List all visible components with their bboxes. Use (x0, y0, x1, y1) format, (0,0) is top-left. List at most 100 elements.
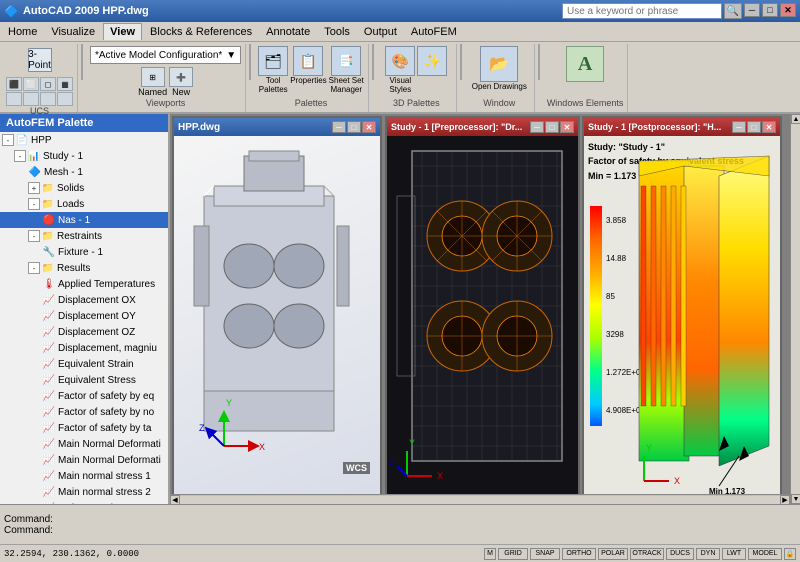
tree-item-fos-ta[interactable]: 📈 Factor of safety by ta (0, 420, 168, 436)
scroll-up-btn[interactable]: ▲ (791, 114, 800, 124)
h-scrollbar[interactable]: ◀ ▶ (170, 494, 790, 504)
sheet-set-btn[interactable]: 📑 Sheet SetManager (329, 46, 364, 94)
ucs-btn2[interactable]: ⬜ (23, 77, 39, 91)
hpp-minimize[interactable]: ─ (332, 121, 346, 133)
lock-btn[interactable]: 🔒 (784, 548, 796, 560)
post-close[interactable]: ✕ (762, 121, 776, 133)
expand-loads[interactable]: - (28, 198, 40, 210)
ucs-btn6[interactable] (23, 92, 39, 106)
tree-item-results[interactable]: - 📁 Results (0, 260, 168, 276)
ducs-btn[interactable]: DUCS (666, 548, 694, 560)
tree-item-mns2[interactable]: 📈 Main normal stress 2 (0, 484, 168, 500)
post-minimize[interactable]: ─ (732, 121, 746, 133)
menu-home[interactable]: Home (2, 24, 43, 40)
expand-hpp[interactable]: - (2, 134, 14, 146)
tree-item-mns3[interactable]: 📈 Main normal stress 3 (0, 500, 168, 504)
ucs-btn1[interactable]: ⬛ (6, 77, 22, 91)
tree-item-hpp[interactable]: - 📄 HPP (0, 132, 168, 148)
tree-item-study1[interactable]: - 📊 Study - 1 (0, 148, 168, 164)
ucs-btn5[interactable] (6, 92, 22, 106)
pre-viewport[interactable]: Y X Z (387, 136, 578, 504)
tool-palettes-btn[interactable]: 🗂 ToolPalettes (258, 46, 288, 94)
ucs-btn3[interactable]: ◻ (40, 77, 56, 91)
ucs-btn8[interactable] (57, 92, 73, 106)
menu-tools[interactable]: Tools (318, 24, 356, 40)
dyn-btn[interactable]: DYN (696, 548, 720, 560)
tree-item-mns1[interactable]: 📈 Main normal stress 1 (0, 468, 168, 484)
tree-item-loads[interactable]: - 📁 Loads (0, 196, 168, 212)
cmd-input2[interactable] (57, 525, 630, 536)
search-input[interactable] (562, 3, 722, 19)
cmd-input1[interactable] (57, 514, 630, 525)
tree-item-mnd2[interactable]: 📈 Main Normal Deformati (0, 452, 168, 468)
hpp-close[interactable]: ✕ (362, 121, 376, 133)
tree-item-mnd1[interactable]: 📈 Main Normal Deformati (0, 436, 168, 452)
model-btn2[interactable]: MODEL (748, 548, 782, 560)
tree-item-eq-strain[interactable]: 📈 Equivalent Strain (0, 356, 168, 372)
named-viewport-btn[interactable]: ⊞ Named (138, 67, 167, 97)
otrack-btn[interactable]: OTRACK (630, 548, 664, 560)
tree-item-mesh1[interactable]: 🔷 Mesh - 1 (0, 164, 168, 180)
minimize-button[interactable]: ─ (744, 3, 760, 17)
scroll-down-btn[interactable]: ▼ (791, 494, 800, 504)
postprocessor-window[interactable]: Study - 1 [Postprocessor]: "H... ─ □ ✕ S… (582, 116, 782, 504)
menu-blocks[interactable]: Blocks & References (144, 24, 258, 40)
open-drawings-btn[interactable]: 📂 Open Drawings (472, 46, 527, 91)
text-btn[interactable]: A (566, 46, 604, 82)
lwt-btn[interactable]: LWT (722, 548, 746, 560)
tree-item-disp-ox[interactable]: 📈 Displacement OX (0, 292, 168, 308)
properties-btn[interactable]: 📋 Properties (290, 46, 326, 94)
tree-item-solids[interactable]: + 📁 Solids (0, 180, 168, 196)
scroll-left-btn[interactable]: ◀ (170, 495, 180, 505)
new-viewport-btn[interactable]: ➕ New (169, 67, 193, 97)
snap-btn[interactable]: SNAP (530, 548, 560, 560)
hpp-window[interactable]: HPP.dwg ─ □ ✕ (172, 116, 382, 504)
maximize-button[interactable]: □ (762, 3, 778, 17)
grid-btn[interactable]: GRID (498, 548, 528, 560)
polar-btn[interactable]: POLAR (598, 548, 628, 560)
ucs-3point-button[interactable]: 3-Point (26, 46, 54, 75)
search-box[interactable] (562, 3, 722, 19)
menu-autofem[interactable]: AutoFEM (405, 24, 463, 40)
visual-styles-btn[interactable]: 🎨 VisualStyles (385, 46, 415, 94)
tree-item-applied-temp[interactable]: 🌡 Applied Temperatures (0, 276, 168, 292)
tree-item-restraints[interactable]: - 📁 Restraints (0, 228, 168, 244)
post-viewport[interactable]: Study: "Study - 1" Factor of safety by e… (584, 136, 780, 504)
preprocessor-window[interactable]: Study - 1 [Preprocessor]: "Dr... ─ □ ✕ (385, 116, 580, 504)
tree-item-disp-oy[interactable]: 📈 Displacement OY (0, 308, 168, 324)
model-btn1[interactable]: M (484, 548, 496, 560)
scroll-right-btn[interactable]: ▶ (780, 495, 790, 505)
hpp-maximize[interactable]: □ (347, 121, 361, 133)
expand-restraints[interactable]: - (28, 230, 40, 242)
search-icon[interactable]: 🔍 (724, 3, 742, 19)
ucs-btn4[interactable]: ▦ (57, 77, 73, 91)
tree-item-disp-oz[interactable]: 📈 Displacement OZ (0, 324, 168, 340)
pre-maximize[interactable]: □ (545, 121, 559, 133)
expand-study1[interactable]: - (14, 150, 26, 162)
tree-item-eq-stress[interactable]: 📈 Equivalent Stress (0, 372, 168, 388)
tree-item-fos-eq[interactable]: 📈 Factor of safety by eq (0, 388, 168, 404)
post-maximize[interactable]: □ (747, 121, 761, 133)
render-btn[interactable]: ✨ (417, 46, 447, 94)
menu-annotate[interactable]: Annotate (260, 24, 316, 40)
ucs-btn7[interactable] (40, 92, 56, 106)
expand-results[interactable]: - (28, 262, 40, 274)
menu-visualize[interactable]: Visualize (45, 24, 101, 40)
pre-close[interactable]: ✕ (560, 121, 574, 133)
close-button[interactable]: ✕ (780, 3, 796, 17)
v-scrollbar[interactable]: ▲ ▼ (790, 114, 800, 504)
tree-item-nas1[interactable]: 🔴 Nas - 1 (0, 212, 168, 228)
tree-item-fos-no[interactable]: 📈 Factor of safety by no (0, 404, 168, 420)
tree-view[interactable]: - 📄 HPP - 📊 Study - 1 🔷 Mesh - 1 + 📁 Sol… (0, 132, 168, 504)
hpp-viewport[interactable]: Y X Z WCS (174, 136, 380, 504)
menu-output[interactable]: Output (358, 24, 403, 40)
pre-minimize[interactable]: ─ (530, 121, 544, 133)
h-scroll-track[interactable] (180, 496, 780, 504)
tree-item-disp-mag[interactable]: 📈 Displacement, magniu (0, 340, 168, 356)
expand-solids[interactable]: + (28, 182, 40, 194)
menu-view[interactable]: View (103, 23, 142, 40)
v-scroll-track[interactable] (791, 124, 800, 494)
viewport-config-dropdown[interactable]: *Active Model Configuration* ▼ (90, 46, 241, 64)
tree-item-fixture1[interactable]: 🔧 Fixture - 1 (0, 244, 168, 260)
ortho-btn[interactable]: ORTHO (562, 548, 596, 560)
